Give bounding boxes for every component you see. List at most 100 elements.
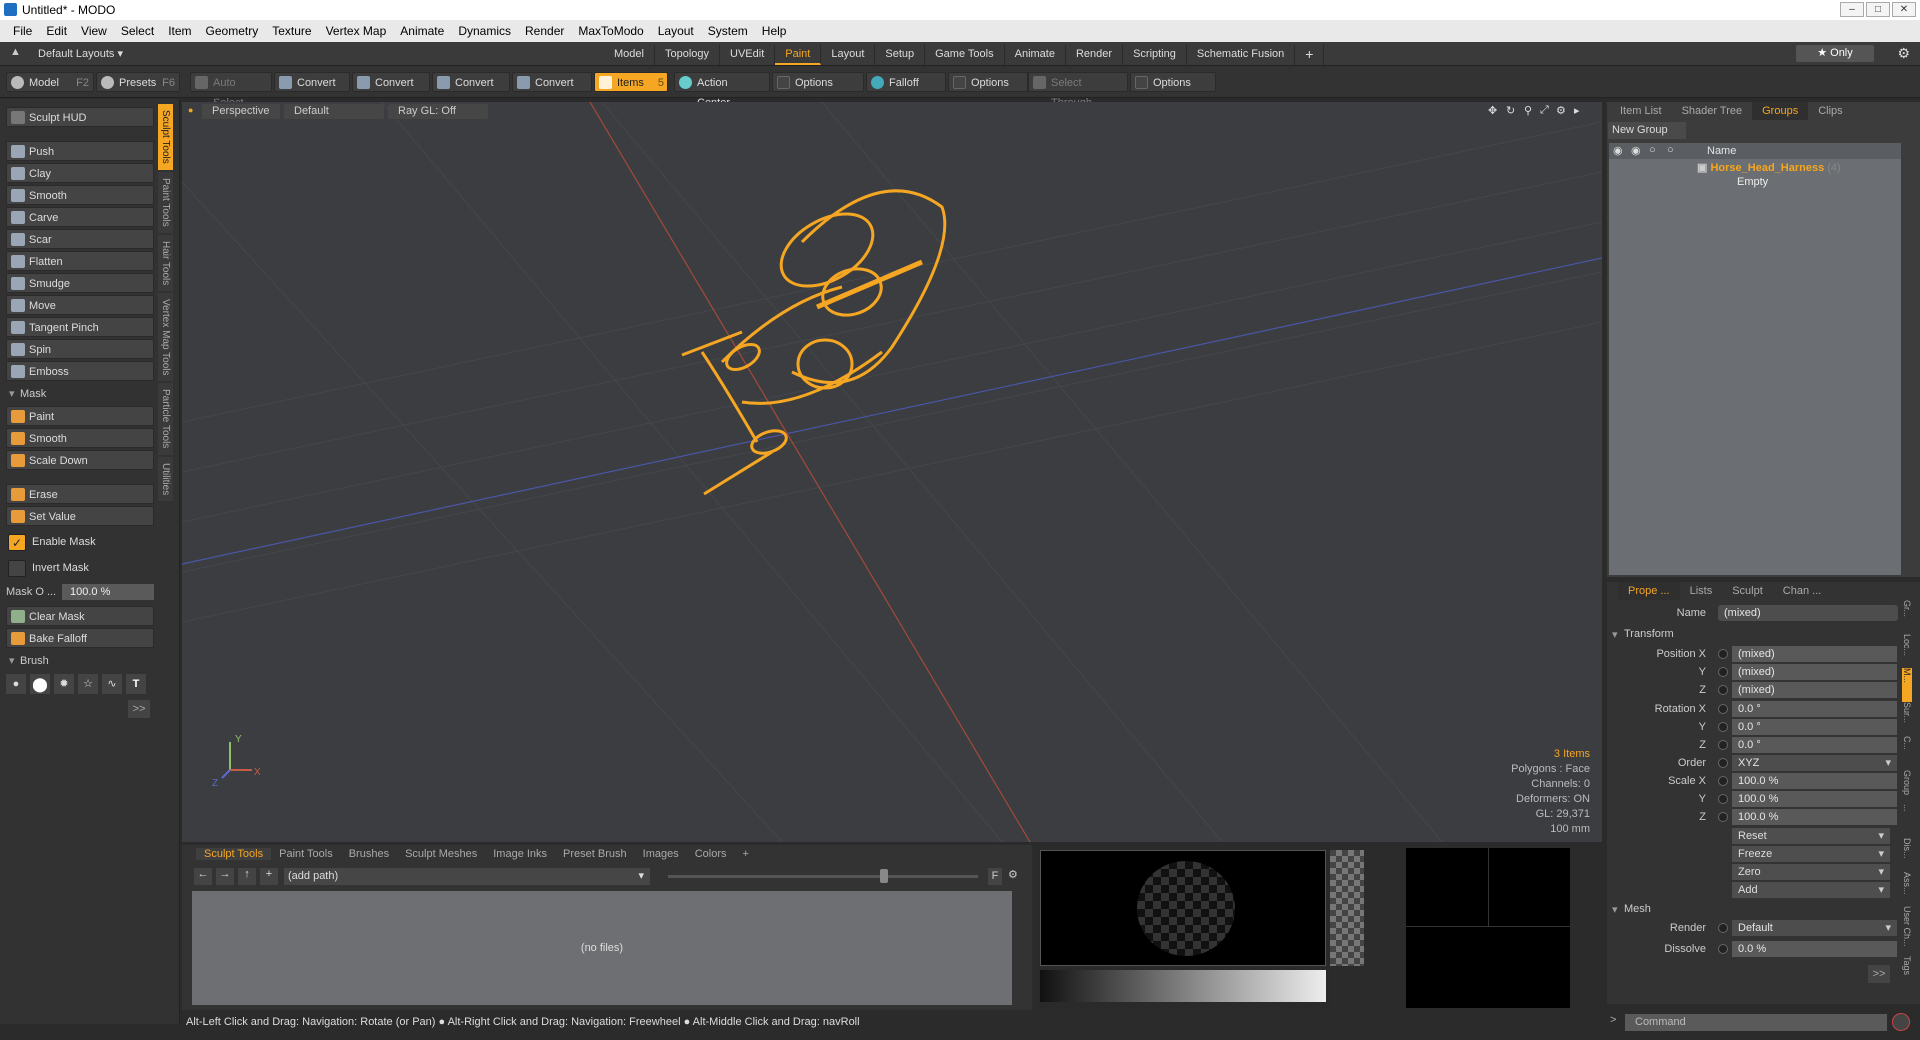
tab-preset-brush[interactable]: Preset Brush: [555, 848, 635, 860]
hard-brush-icon[interactable]: ⬤: [30, 674, 50, 694]
add-bottom-tab-button[interactable]: +: [735, 848, 757, 860]
mask-erase-button[interactable]: Erase: [6, 484, 154, 504]
tab-groups[interactable]: Groups: [1752, 102, 1809, 120]
keyframe-dot-icon[interactable]: [1718, 685, 1728, 695]
keyframe-dot-icon[interactable]: [1718, 944, 1728, 954]
slider-handle[interactable]: [880, 869, 888, 883]
tab-brushes[interactable]: Brushes: [341, 848, 397, 860]
maximize-icon[interactable]: □: [1866, 2, 1890, 17]
rotation-y-field[interactable]: 0.0 °: [1732, 719, 1897, 735]
tab-shader-tree[interactable]: Shader Tree: [1672, 102, 1753, 120]
layout-pin-icon[interactable]: ▲: [10, 46, 21, 58]
keyframe-dot-icon[interactable]: [1718, 740, 1728, 750]
tab-image-inks[interactable]: Image Inks: [485, 848, 555, 860]
menu-dynamics[interactable]: Dynamics: [451, 24, 518, 38]
side-tab-utilities[interactable]: Utilities: [158, 456, 173, 501]
star-brush-icon[interactable]: ☆: [78, 674, 98, 694]
side-tab-particle-tools[interactable]: Particle Tools: [158, 383, 173, 455]
action-center-button[interactable]: Action Center: [674, 72, 770, 109]
tab-sculpt-meshes[interactable]: Sculpt Meshes: [397, 848, 485, 860]
scale-z-field[interactable]: 100.0 %: [1732, 809, 1897, 825]
brush-section-header[interactable]: Brush: [6, 652, 154, 670]
menu-geometry[interactable]: Geometry: [199, 24, 266, 38]
freeze-button[interactable]: Freeze: [1732, 846, 1890, 862]
menu-maxtomodo[interactable]: MaxToModo: [571, 24, 650, 38]
keyframe-dot-icon[interactable]: [1718, 812, 1728, 822]
group-list[interactable]: ◉ ◉ ○ ○ Name ▣ Horse_Head_Harness (4) Em…: [1609, 143, 1901, 575]
tab-paint[interactable]: Paint: [775, 45, 822, 65]
convert-edges-button[interactable]: Convert: [352, 72, 430, 92]
command-input[interactable]: Command: [1625, 1014, 1887, 1031]
tool-flatten-button[interactable]: Flatten: [6, 251, 154, 271]
side-tab-user-channels[interactable]: User Ch...: [1902, 906, 1912, 956]
menu-system[interactable]: System: [701, 24, 755, 38]
menu-animate[interactable]: Animate: [393, 24, 451, 38]
model-mode-button[interactable]: Model F2: [6, 72, 94, 92]
mask-opacity-field[interactable]: 100.0 %: [62, 584, 154, 600]
menu-render[interactable]: Render: [518, 24, 571, 38]
presets-button[interactable]: Presets F6: [96, 72, 180, 92]
menu-texture[interactable]: Texture: [265, 24, 318, 38]
fit-icon[interactable]: ⤢: [1540, 104, 1549, 117]
add-tab-button[interactable]: +: [1295, 45, 1325, 65]
convert-vertices-button[interactable]: Convert: [274, 72, 350, 92]
mask-section-header[interactable]: Mask: [6, 385, 154, 403]
side-tab-more[interactable]: ...: [1902, 804, 1912, 838]
select-options-button[interactable]: Options: [1130, 72, 1216, 92]
group-sub-item[interactable]: Empty: [1737, 176, 1768, 188]
convert-polygons-button[interactable]: Convert: [432, 72, 510, 92]
falloff-button[interactable]: Falloff: [866, 72, 946, 92]
tab-sculpt-tools[interactable]: Sculpt Tools: [196, 848, 272, 860]
enable-mask-toggle[interactable]: ✓ Enable Mask: [6, 532, 154, 552]
back-arrow-icon[interactable]: ←: [194, 868, 212, 885]
tab-layout[interactable]: Layout: [821, 45, 876, 65]
add-button[interactable]: Add: [1732, 882, 1890, 898]
keyframe-dot-icon[interactable]: [1718, 923, 1728, 933]
tab-lists[interactable]: Lists: [1680, 582, 1723, 600]
tab-model[interactable]: Model: [604, 45, 655, 65]
text-brush-icon[interactable]: T: [126, 674, 146, 694]
tab-images[interactable]: Images: [635, 848, 687, 860]
add-path-icon[interactable]: +: [260, 868, 278, 885]
side-tab-tags[interactable]: Tags: [1902, 956, 1912, 986]
menu-layout[interactable]: Layout: [651, 24, 701, 38]
forward-arrow-icon[interactable]: →: [216, 868, 234, 885]
tool-move-button[interactable]: Move: [6, 295, 154, 315]
pan-icon[interactable]: ✥: [1488, 104, 1497, 117]
position-y-field[interactable]: (mixed): [1732, 664, 1897, 680]
render-dropdown[interactable]: Default: [1732, 920, 1897, 936]
zero-button[interactable]: Zero: [1732, 864, 1890, 880]
keyframe-dot-icon[interactable]: [1718, 649, 1728, 659]
scale-y-field[interactable]: 100.0 %: [1732, 791, 1897, 807]
sculpt-hud-button[interactable]: Sculpt HUD: [6, 107, 154, 127]
path-dropdown[interactable]: (add path) ▾: [284, 868, 650, 885]
invert-mask-toggle[interactable]: Invert Mask: [6, 558, 154, 578]
reset-button[interactable]: Reset: [1732, 828, 1890, 844]
tab-render[interactable]: Render: [1066, 45, 1124, 65]
viewport-menu-icon[interactable]: ●: [188, 105, 193, 115]
tool-push-button[interactable]: Push: [6, 141, 154, 161]
gear-icon[interactable]: ⚙: [1897, 45, 1910, 62]
falloff-options-button[interactable]: Options: [948, 72, 1028, 92]
tab-uvedit[interactable]: UVEdit: [720, 45, 776, 65]
tab-colors[interactable]: Colors: [687, 848, 735, 860]
tool-carve-button[interactable]: Carve: [6, 207, 154, 227]
3d-viewport[interactable]: Y X Z: [182, 102, 1602, 842]
position-z-field[interactable]: (mixed): [1732, 682, 1897, 698]
rotate-icon[interactable]: ↻: [1506, 104, 1515, 117]
tool-smudge-button[interactable]: Smudge: [6, 273, 154, 293]
expand-arrow-icon[interactable]: ▸: [1574, 104, 1580, 117]
auto-select-button[interactable]: Auto Select: [190, 72, 272, 109]
tab-scripting[interactable]: Scripting: [1123, 45, 1187, 65]
menu-edit[interactable]: Edit: [39, 24, 74, 38]
menu-view[interactable]: View: [74, 24, 114, 38]
position-x-field[interactable]: (mixed): [1732, 646, 1897, 662]
raygl-toggle[interactable]: Ray GL: Off: [388, 104, 488, 119]
mesh-section[interactable]: Mesh: [1612, 903, 1651, 916]
side-tab-m[interactable]: M...: [1902, 668, 1912, 702]
splat-brush-icon[interactable]: ✹: [54, 674, 74, 694]
tab-channels[interactable]: Chan ...: [1773, 582, 1832, 600]
browser-settings-icon[interactable]: ⚙: [1008, 868, 1018, 881]
transform-section[interactable]: Transform: [1612, 628, 1674, 641]
tab-topology[interactable]: Topology: [655, 45, 721, 65]
